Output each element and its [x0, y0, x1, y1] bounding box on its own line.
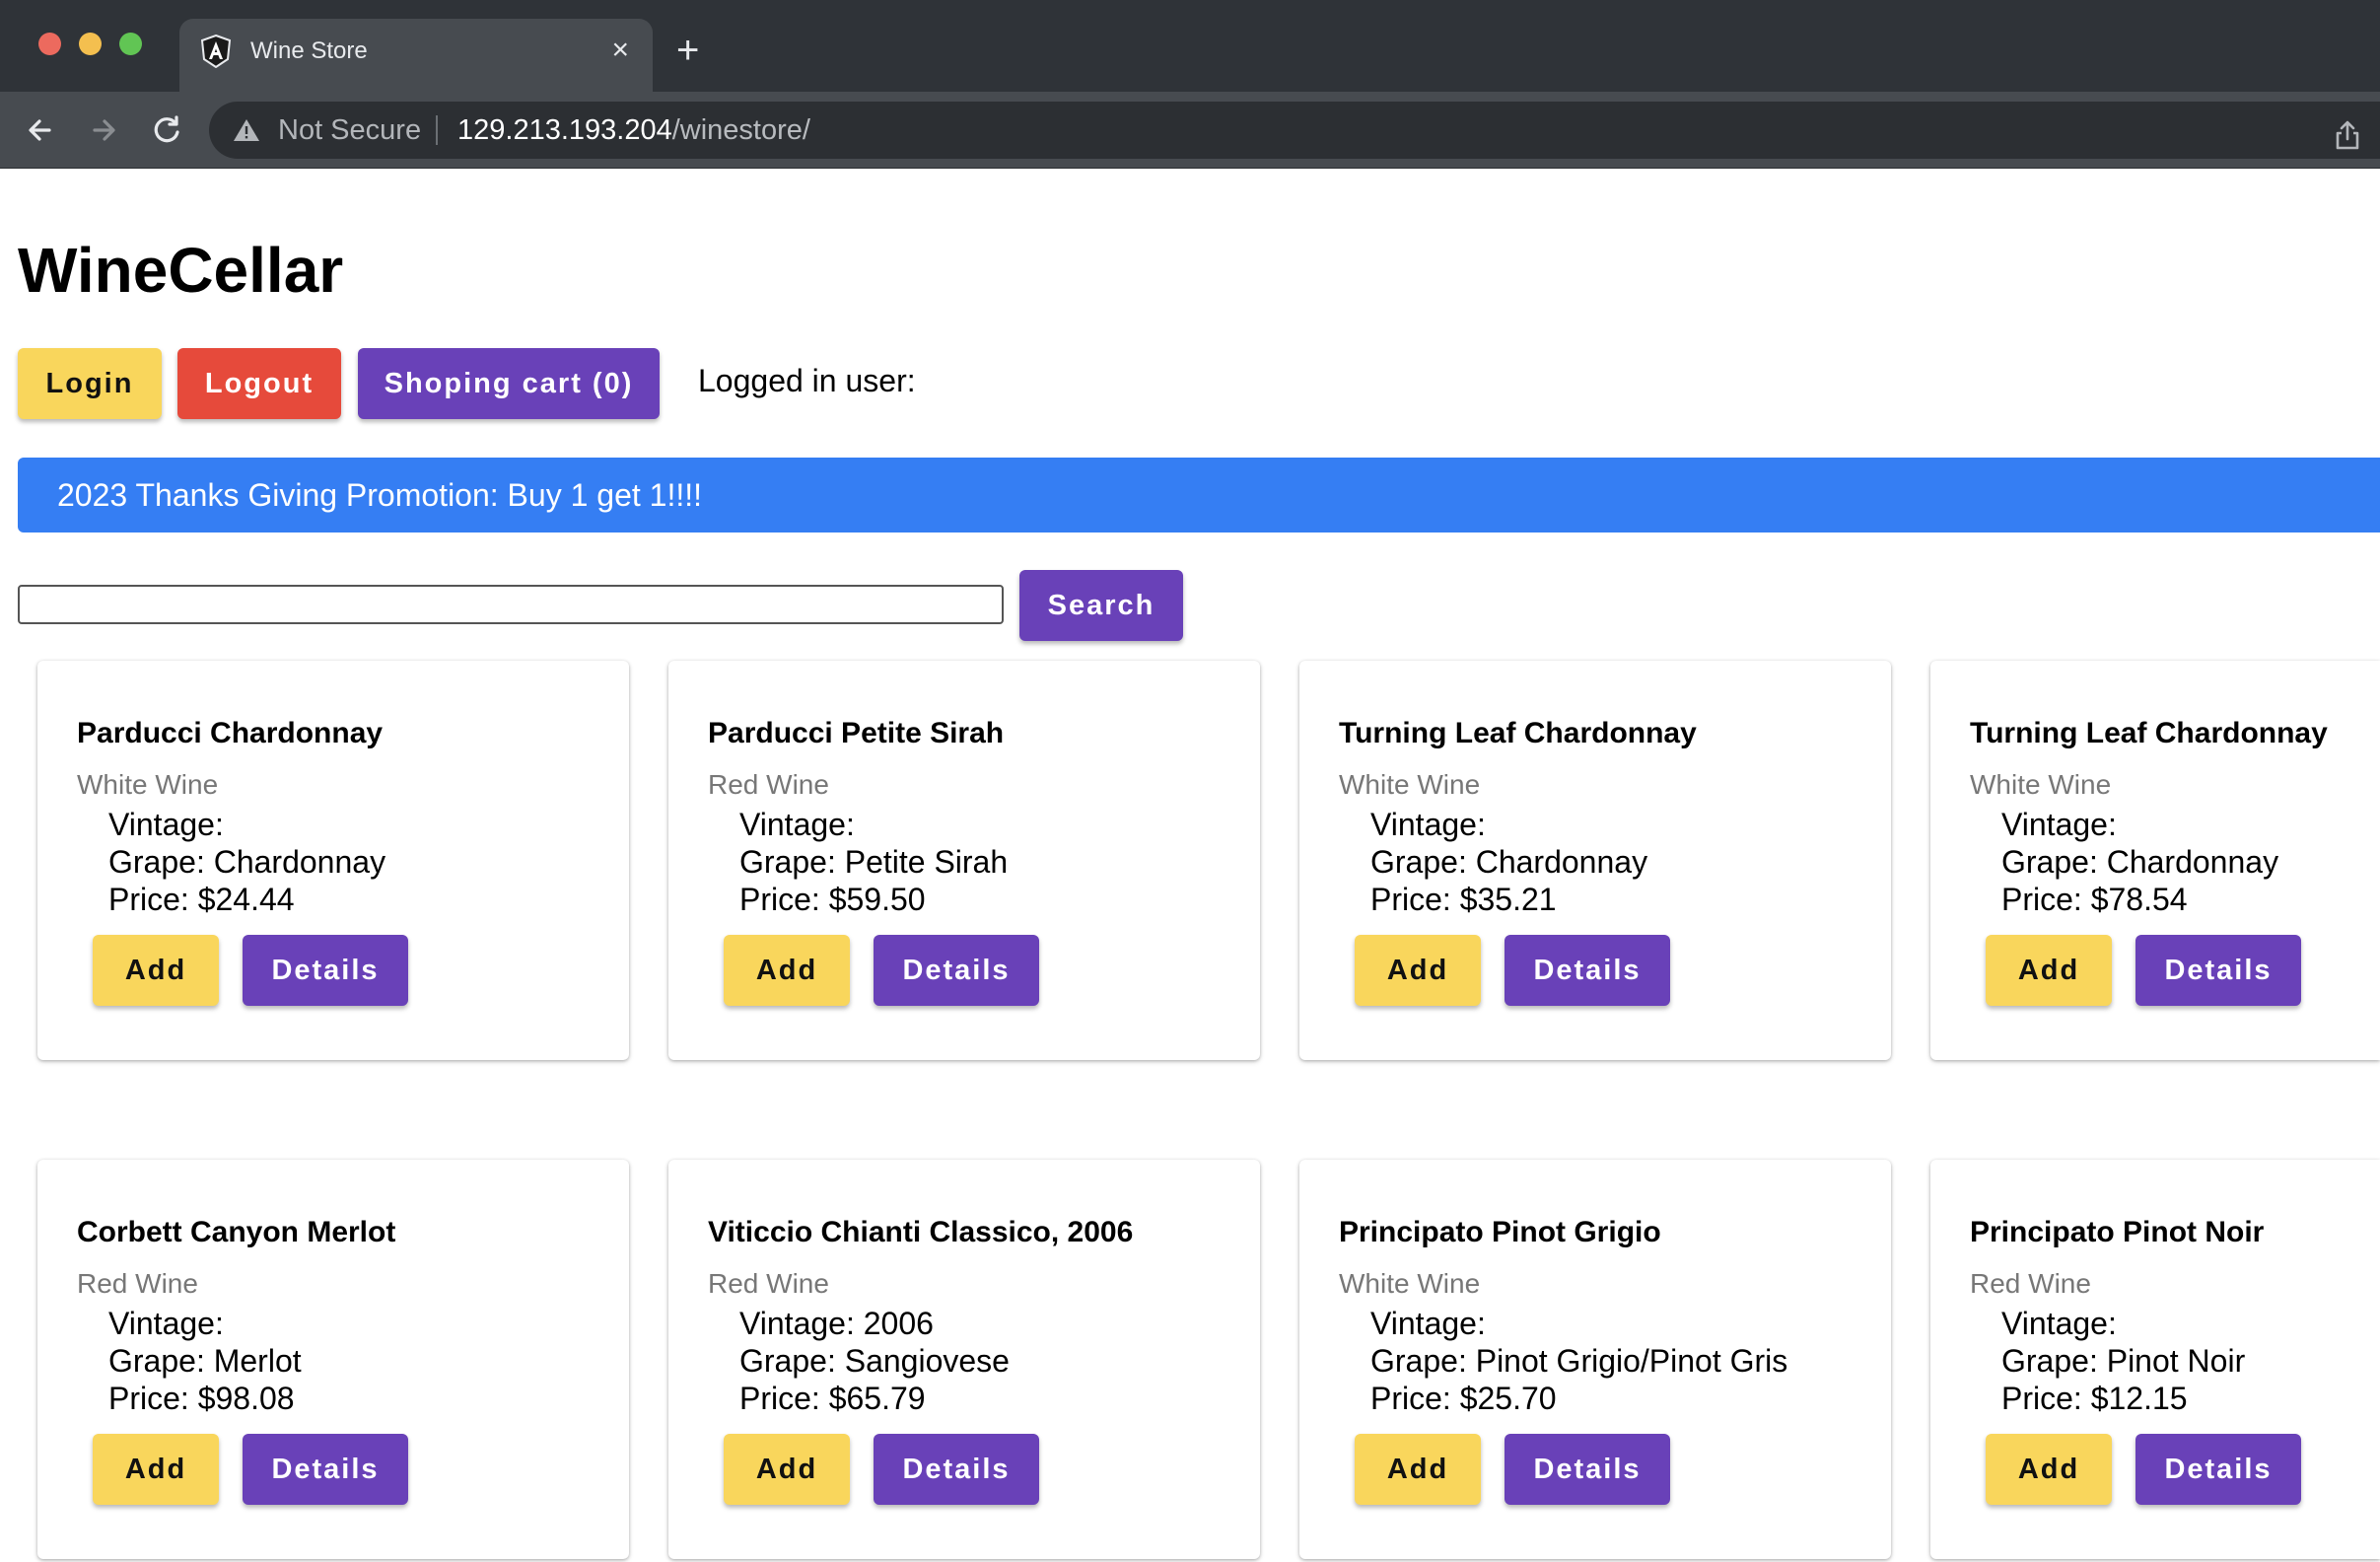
details-button[interactable]: Details	[2135, 1434, 2301, 1505]
wine-card: Viticcio Chianti Classico, 2006 Red Wine…	[668, 1160, 1260, 1559]
wine-grape: Grape: Chardonnay	[108, 844, 386, 880]
details-button[interactable]: Details	[1505, 1434, 1670, 1505]
wine-type: White Wine	[77, 769, 219, 800]
logout-button[interactable]: Logout	[177, 348, 341, 419]
wine-type: Red Wine	[77, 1268, 198, 1299]
wine-card: Principato Pinot Grigio White Wine Vinta…	[1299, 1160, 1891, 1559]
wine-vintage: Vintage:	[2001, 807, 2117, 842]
wine-name: Principato Pinot Noir	[1970, 1216, 2265, 1248]
wine-type: Red Wine	[708, 769, 829, 800]
wine-type: Red Wine	[1970, 1268, 2091, 1299]
login-button[interactable]: Login	[18, 348, 162, 419]
wine-vintage: Vintage:	[108, 807, 224, 842]
wine-price: Price: $12.15	[2001, 1381, 2188, 1416]
add-to-cart-button[interactable]: Add	[1355, 1434, 1481, 1505]
wine-vintage: Vintage:	[1370, 1306, 1486, 1341]
wine-card: Parducci Petite Sirah Red Wine Vintage: …	[668, 661, 1260, 1060]
wine-name: Parducci Chardonnay	[77, 717, 384, 749]
wine-name: Turning Leaf Chardonnay	[1970, 717, 2328, 749]
wine-grape: Grape: Pinot Noir	[2001, 1343, 2246, 1379]
details-button[interactable]: Details	[2135, 935, 2301, 1006]
wine-name: Principato Pinot Grigio	[1339, 1216, 1661, 1248]
window-close-dot[interactable]	[38, 33, 61, 55]
wine-price: Price: $65.79	[739, 1381, 926, 1416]
url-text: 129.213.193.204/winestore/	[457, 113, 810, 147]
search-input[interactable]	[18, 585, 1004, 624]
wine-type: White Wine	[1970, 769, 2112, 800]
wine-card: Turning Leaf Chardonnay White Wine Vinta…	[1299, 661, 1891, 1060]
wine-grape: Grape: Petite Sirah	[739, 844, 1009, 880]
back-arrow-icon[interactable]	[20, 109, 61, 151]
browser-tab-bar: Wine Store × +	[0, 0, 2380, 92]
promo-banner: 2023 Thanks Giving Promotion: Buy 1 get …	[18, 458, 2380, 532]
warning-triangle-icon	[234, 119, 259, 141]
add-to-cart-button[interactable]: Add	[724, 935, 850, 1006]
wine-type: White Wine	[1339, 769, 1481, 800]
wine-vintage: Vintage: 2006	[739, 1306, 934, 1341]
browser-tab-wine-store[interactable]: Wine Store ×	[179, 19, 653, 92]
wine-vintage: Vintage:	[739, 807, 855, 842]
wine-grape: Grape: Chardonnay	[1370, 844, 1648, 880]
wine-name: Corbett Canyon Merlot	[77, 1216, 396, 1248]
page-title: WineCellar	[18, 235, 344, 306]
add-to-cart-button[interactable]: Add	[1355, 935, 1481, 1006]
wine-name: Turning Leaf Chardonnay	[1339, 717, 1697, 749]
address-separator	[436, 115, 438, 145]
wine-vintage: Vintage:	[1370, 807, 1486, 842]
wine-price: Price: $24.44	[108, 882, 295, 917]
window-maximize-dot[interactable]	[119, 33, 142, 55]
promo-text: 2023 Thanks Giving Promotion: Buy 1 get …	[57, 477, 702, 513]
search-button[interactable]: Search	[1019, 570, 1183, 641]
details-button[interactable]: Details	[874, 935, 1039, 1006]
wine-price: Price: $25.70	[1370, 1381, 1557, 1416]
details-button[interactable]: Details	[1505, 935, 1670, 1006]
details-button[interactable]: Details	[874, 1434, 1039, 1505]
shopping-cart-button[interactable]: Shoping cart (0)	[358, 348, 660, 419]
logged-in-user-label: Logged in user:	[698, 363, 916, 398]
browser-toolbar: Not Secure 129.213.193.204/winestore/	[0, 92, 2380, 169]
wine-card: Turning Leaf Chardonnay White Wine Vinta…	[1930, 661, 2380, 1060]
add-to-cart-button[interactable]: Add	[1986, 935, 2112, 1006]
add-to-cart-button[interactable]: Add	[724, 1434, 850, 1505]
wine-grape: Grape: Pinot Grigio/Pinot Gris	[1370, 1343, 1788, 1379]
details-button[interactable]: Details	[243, 1434, 408, 1505]
not-secure-label: Not Secure	[278, 114, 422, 146]
wine-name: Parducci Petite Sirah	[708, 717, 1005, 749]
new-tab-icon[interactable]: +	[676, 28, 699, 73]
wine-grape: Grape: Chardonnay	[2001, 844, 2279, 880]
wine-price: Price: $35.21	[1370, 882, 1557, 917]
address-bar[interactable]: Not Secure 129.213.193.204/winestore/	[209, 102, 2380, 159]
url-host: 129.213.193.204	[457, 114, 672, 146]
forward-arrow-icon[interactable]	[83, 109, 124, 151]
share-icon[interactable]	[2333, 119, 2362, 151]
wine-price: Price: $98.08	[108, 1381, 295, 1416]
reload-icon[interactable]	[146, 109, 187, 151]
add-to-cart-button[interactable]: Add	[93, 935, 219, 1006]
wine-grape: Grape: Merlot	[108, 1343, 302, 1379]
page-content: WineCellar Login Logout Shoping cart (0)…	[0, 170, 2380, 1562]
wine-price: Price: $78.54	[2001, 882, 2188, 917]
wine-price: Price: $59.50	[739, 882, 926, 917]
tab-close-icon[interactable]: ×	[611, 33, 629, 68]
wine-vintage: Vintage:	[2001, 1306, 2117, 1341]
wine-card: Principato Pinot Noir Red Wine Vintage: …	[1930, 1160, 2380, 1559]
details-button[interactable]: Details	[243, 935, 408, 1006]
wine-card: Corbett Canyon Merlot Red Wine Vintage: …	[37, 1160, 629, 1559]
add-to-cart-button[interactable]: Add	[1986, 1434, 2112, 1505]
tab-title: Wine Store	[250, 37, 368, 64]
wine-name: Viticcio Chianti Classico, 2006	[708, 1216, 1134, 1248]
angular-logo-icon	[201, 35, 231, 68]
add-to-cart-button[interactable]: Add	[93, 1434, 219, 1505]
url-path: /winestore/	[671, 114, 810, 146]
wine-card: Parducci Chardonnay White Wine Vintage: …	[37, 661, 629, 1060]
wine-vintage: Vintage:	[108, 1306, 224, 1341]
window-minimize-dot[interactable]	[79, 33, 102, 55]
wine-type: White Wine	[1339, 1268, 1481, 1299]
wine-type: Red Wine	[708, 1268, 829, 1299]
wine-grape: Grape: Sangiovese	[739, 1343, 1010, 1379]
